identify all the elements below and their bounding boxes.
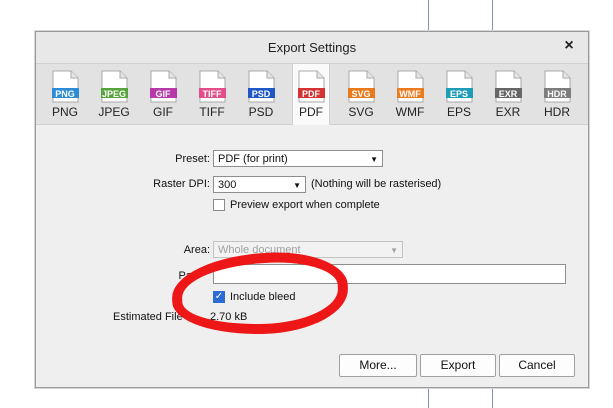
dialog-titlebar: Export Settings × (36, 32, 588, 64)
dialog-title: Export Settings (267, 40, 357, 55)
close-icon[interactable]: × (560, 37, 578, 55)
format-label: PNG (51, 105, 78, 119)
format-label: SVG (348, 105, 374, 119)
format-badge: TIFF (202, 89, 222, 99)
format-label: JPEG (98, 105, 130, 119)
export-button[interactable]: Export (420, 354, 496, 377)
format-badge: GIF (155, 89, 171, 99)
format-tab-gif[interactable]: GIF GIF (145, 64, 181, 124)
raster-dpi-value: 300 (218, 179, 237, 191)
format-badge: SVG (351, 89, 371, 99)
preview-label: Preview export when complete (230, 199, 380, 211)
format-badge: EXR (498, 89, 518, 99)
format-tab-pdf[interactable]: PDF PDF (292, 64, 330, 125)
format-tab-png[interactable]: PNG PNG (47, 64, 83, 124)
chevron-down-icon: ▼ (370, 155, 378, 164)
preset-value: PDF (for print) (218, 153, 288, 165)
cancel-button[interactable]: Cancel (499, 354, 575, 377)
chevron-down-icon: ▼ (293, 181, 301, 190)
format-badge: EPS (449, 89, 468, 99)
format-label: TIFF (199, 105, 225, 119)
format-label: EPS (446, 105, 471, 119)
format-tab-tiff[interactable]: TIFF TIFF (194, 64, 230, 124)
format-badge: PDF (302, 89, 320, 99)
format-label: HDR (544, 105, 570, 119)
format-badge: PNG (55, 89, 75, 99)
format-badge: JPEG (101, 89, 126, 99)
format-badge: HDR (547, 89, 567, 99)
format-tab-exr[interactable]: EXR EXR (490, 64, 526, 124)
raster-dpi-label: Raster DPI: (153, 178, 210, 190)
raster-dpi-dropdown[interactable]: 300 ▼ (213, 176, 306, 193)
more-button[interactable]: More... (339, 354, 417, 377)
format-badge: PSD (251, 89, 271, 99)
format-label: EXR (495, 105, 521, 119)
format-tab-wmf[interactable]: WMF WMF (392, 64, 428, 124)
estimated-file-label: Estimated File (113, 311, 183, 323)
format-tab-eps[interactable]: EPS EPS (441, 64, 477, 124)
format-label: WMF (395, 105, 425, 119)
chevron-down-icon: ▼ (390, 246, 398, 255)
export-settings-dialog: Export Settings × PNG PNG JPEG JPEG GIF … (35, 31, 589, 388)
preset-label: Preset: (175, 153, 210, 165)
raster-note: (Nothing will be rasterised) (311, 178, 442, 190)
format-label: GIF (153, 105, 173, 119)
format-tab-psd[interactable]: PSD PSD (243, 64, 279, 124)
preset-dropdown[interactable]: PDF (for print) ▼ (213, 150, 383, 167)
format-label: PSD (248, 105, 274, 119)
format-tab-hdr[interactable]: HDR HDR (539, 64, 575, 124)
format-badge: WMF (399, 89, 421, 99)
format-tabs: PNG PNG JPEG JPEG GIF GIF TIFF TIFF PSD (36, 64, 588, 125)
area-label: Area: (183, 244, 210, 256)
format-tab-jpeg[interactable]: JPEG JPEG (96, 64, 132, 124)
preview-checkbox[interactable] (213, 199, 225, 211)
format-label: PDF (299, 105, 323, 119)
format-tab-svg[interactable]: SVG SVG (343, 64, 379, 124)
